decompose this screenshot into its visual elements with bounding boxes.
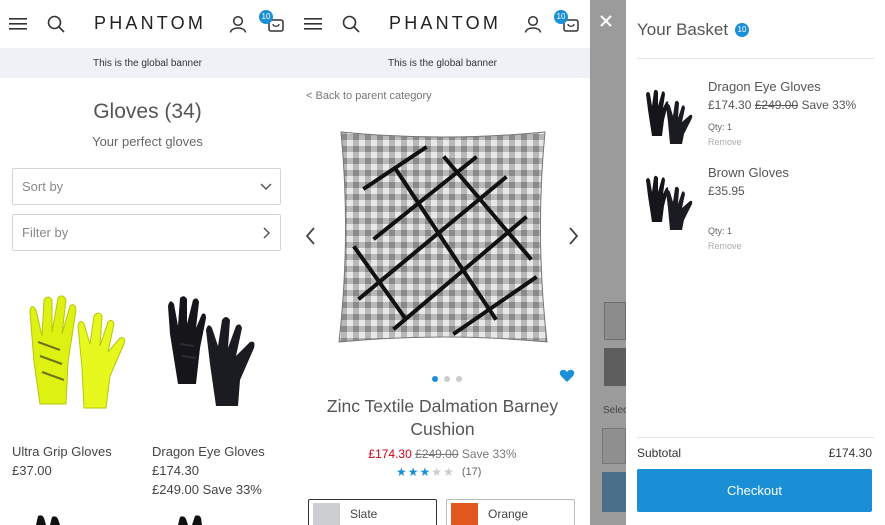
basket-item-price-was: £249.00 — [754, 98, 799, 112]
divider — [637, 58, 874, 59]
close-icon[interactable] — [600, 14, 612, 32]
basket-screen: Selec Your Basket 10 Dragon Eye Gloves £… — [590, 0, 885, 525]
category-subtitle: Your perfect gloves — [92, 134, 203, 149]
basket-item-save: Save 33% — [801, 98, 857, 112]
product-image-partial — [178, 515, 202, 525]
basket-item-price-now: £174.30 — [708, 98, 752, 112]
product-image-partial — [36, 515, 60, 525]
basket-count-badge: 10 — [259, 10, 273, 24]
product-image-cushion[interactable] — [335, 128, 551, 346]
product-screen: PHANTOM 10 This is the global banner < B… — [295, 0, 590, 525]
divider — [637, 437, 874, 438]
star-icon: ★ — [431, 465, 443, 479]
brand-logo[interactable]: PHANTOM — [94, 13, 206, 34]
gallery-dot[interactable] — [444, 376, 450, 382]
gallery-dot[interactable] — [456, 376, 462, 382]
basket-item-remove-link[interactable]: Remove — [708, 137, 742, 147]
basket-item-name[interactable]: Dragon Eye Gloves — [708, 79, 821, 94]
rating[interactable]: ★ ★ ★ ★ ★ (17) — [396, 465, 481, 479]
basket-count-badge: 10 — [554, 10, 568, 24]
star-icon: ★ — [396, 465, 407, 479]
chevron-right-icon — [260, 215, 272, 265]
menu-icon[interactable] — [6, 12, 30, 36]
basket-item-price: £35.95 — [708, 184, 745, 198]
global-banner: This is the global banner — [295, 48, 590, 78]
filter-label: Filter by — [22, 225, 69, 240]
basket-item-remove-link[interactable]: Remove — [708, 241, 742, 251]
subtotal-label: Subtotal — [637, 446, 682, 460]
product-image-ultra-grip-gloves[interactable] — [20, 292, 132, 412]
background-button — [602, 472, 626, 512]
basket-item-qty[interactable]: Qty: 1 — [708, 122, 732, 132]
category-screen: PHANTOM 10 This is the global banner Glo… — [0, 0, 295, 525]
account-icon[interactable] — [521, 12, 545, 36]
brand-logo[interactable]: PHANTOM — [389, 13, 501, 34]
header: PHANTOM 10 — [0, 0, 295, 48]
sort-label: Sort by — [22, 179, 64, 194]
sort-select[interactable]: Sort by — [12, 168, 281, 205]
product-was-price: £249.00 Save 33% — [152, 482, 262, 497]
basket-title: Your Basket — [637, 20, 729, 39]
background-swatch — [604, 302, 626, 340]
basket-item-qty[interactable]: Qty: 1 — [708, 226, 732, 236]
swatch-label: Slate — [350, 507, 378, 521]
checkout-button[interactable]: Checkout — [637, 469, 872, 512]
account-icon[interactable] — [226, 12, 250, 36]
product-title-line: Zinc Textile Dalmation Barney — [326, 396, 559, 416]
gallery-dot[interactable] — [432, 376, 438, 382]
review-count[interactable]: (17) — [462, 466, 482, 478]
search-icon[interactable] — [44, 12, 68, 36]
global-banner: This is the global banner — [0, 48, 295, 78]
basket-item-image[interactable] — [642, 88, 696, 144]
product-title: Zinc Textile Dalmation Barney Cushion — [315, 395, 570, 441]
price-save: Save 33% — [461, 447, 517, 461]
filter-button[interactable]: Filter by — [12, 214, 281, 251]
background-swatch — [604, 348, 626, 386]
swatch-label: Orange — [488, 507, 529, 521]
star-icon: ★ — [407, 465, 419, 479]
product-price: £174.30 £249.00 Save 33% — [295, 447, 590, 461]
background-text: Selec — [603, 405, 629, 416]
chevron-left-icon[interactable] — [304, 226, 316, 251]
product-name[interactable]: Ultra Grip Gloves — [12, 444, 112, 459]
basket-drawer: Your Basket 10 Dragon Eye Gloves £174.30… — [626, 0, 885, 525]
price-was: £249.00 — [415, 447, 459, 461]
chevron-down-icon — [260, 169, 272, 219]
subtotal-value: £174.30 — [828, 446, 872, 460]
swatch-chip — [451, 503, 478, 525]
product-image-dragon-eye-gloves[interactable] — [160, 294, 268, 410]
star-icon: ★ — [443, 465, 454, 479]
back-to-parent-link[interactable]: < Back to parent category — [306, 90, 432, 102]
swatch-slate[interactable]: Slate — [308, 499, 437, 525]
heart-icon[interactable] — [559, 369, 575, 388]
price-now: £174.30 — [368, 447, 412, 461]
gallery-dots[interactable] — [432, 376, 462, 382]
swatch-orange[interactable]: Orange — [446, 499, 575, 525]
product-price: £37.00 — [12, 463, 52, 478]
chevron-right-icon[interactable] — [568, 226, 580, 251]
basket-item-price: £174.30 £249.00 Save 33% — [708, 98, 856, 112]
basket-item-image[interactable] — [642, 174, 696, 230]
basket-count-badge: 10 — [735, 23, 749, 37]
product-name[interactable]: Dragon Eye Gloves — [152, 444, 265, 459]
swatch-chip — [313, 503, 340, 525]
header: PHANTOM 10 — [295, 0, 590, 48]
product-price: £174.30 — [152, 463, 199, 478]
product-title-line: Cushion — [410, 419, 475, 439]
category-title: Gloves (34) — [93, 100, 202, 123]
menu-icon[interactable] — [301, 12, 325, 36]
search-icon[interactable] — [339, 12, 363, 36]
background-field — [602, 428, 626, 464]
star-icon: ★ — [419, 465, 431, 479]
basket-item-name[interactable]: Brown Gloves — [708, 165, 789, 180]
